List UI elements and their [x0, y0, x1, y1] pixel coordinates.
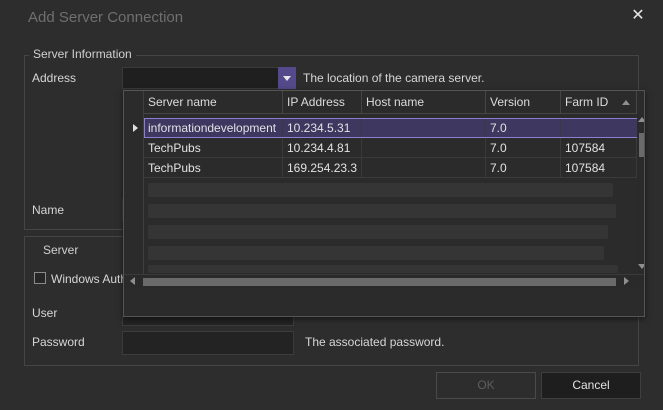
obscured-row — [148, 204, 616, 218]
column-header-host-name[interactable]: Host name — [362, 91, 486, 114]
cell-ip-address[interactable]: 169.254.23.3 — [283, 158, 362, 178]
cell-host-name[interactable] — [362, 118, 486, 138]
cell-ip-address[interactable]: 10.234.5.31 — [283, 118, 362, 138]
cell-version[interactable]: 7.0 — [486, 138, 561, 158]
scroll-up-icon[interactable] — [638, 117, 644, 122]
cell-farm-id[interactable]: 107584 — [561, 158, 637, 178]
column-header-ip-address[interactable]: IP Address — [283, 91, 362, 114]
cell-server-name[interactable]: TechPubs — [144, 138, 283, 158]
address-label: Address — [32, 71, 77, 85]
cell-server-name[interactable]: TechPubs — [144, 158, 283, 178]
ok-button[interactable]: OK — [436, 372, 536, 399]
obscured-row — [148, 225, 608, 239]
windows-auth-checkbox[interactable] — [34, 272, 46, 284]
cell-farm-id[interactable]: 107584 — [561, 138, 637, 158]
scroll-left-icon[interactable] — [130, 277, 135, 285]
close-icon[interactable]: ✕ — [631, 8, 645, 24]
scroll-down-icon[interactable] — [638, 264, 644, 269]
vertical-scroll-thumb[interactable] — [639, 133, 644, 157]
column-header-server-name[interactable]: Server name — [144, 91, 283, 114]
obscured-row — [148, 265, 618, 273]
cell-farm-id[interactable] — [561, 118, 640, 138]
cell-host-name[interactable] — [362, 158, 486, 178]
row-header-column — [124, 91, 144, 274]
windows-auth-label: Windows Auth — [51, 272, 128, 286]
sort-ascending-icon — [622, 100, 630, 105]
password-label: Password — [32, 335, 85, 349]
server-list-dropdown[interactable]: Server name IP Address Host name Version… — [123, 90, 645, 317]
cancel-button[interactable]: Cancel — [541, 372, 641, 399]
name-label: Name — [32, 203, 65, 217]
column-header-version[interactable]: Version — [486, 91, 561, 114]
address-combo[interactable] — [122, 67, 296, 89]
user-field[interactable] — [122, 316, 294, 326]
chevron-down-icon — [283, 75, 291, 81]
cell-version[interactable]: 7.0 — [486, 158, 561, 178]
server-information-legend: Server Information — [29, 47, 136, 61]
dialog-title: Add Server Connection — [28, 9, 184, 26]
cell-version[interactable]: 7.0 — [486, 118, 561, 138]
address-dropdown-button[interactable] — [278, 67, 296, 89]
obscured-row — [148, 246, 604, 260]
user-label: User — [32, 306, 58, 320]
server-legend: Server — [39, 243, 83, 257]
current-row-indicator-icon — [133, 124, 138, 132]
cell-ip-address[interactable]: 10.234.4.81 — [283, 138, 362, 158]
obscured-row — [148, 183, 613, 197]
password-help: The associated password. — [305, 335, 445, 349]
scroll-right-icon[interactable] — [624, 277, 629, 285]
column-header-farm-id[interactable]: Farm ID — [561, 91, 637, 114]
horizontal-scroll-thumb[interactable] — [143, 278, 616, 286]
address-help: The location of the camera server. — [303, 71, 485, 85]
cell-host-name[interactable] — [362, 138, 486, 158]
column-header-farm-id-label: Farm ID — [565, 95, 609, 109]
cell-server-name[interactable]: informationdevelopment — [144, 118, 283, 138]
password-field[interactable] — [122, 331, 294, 355]
